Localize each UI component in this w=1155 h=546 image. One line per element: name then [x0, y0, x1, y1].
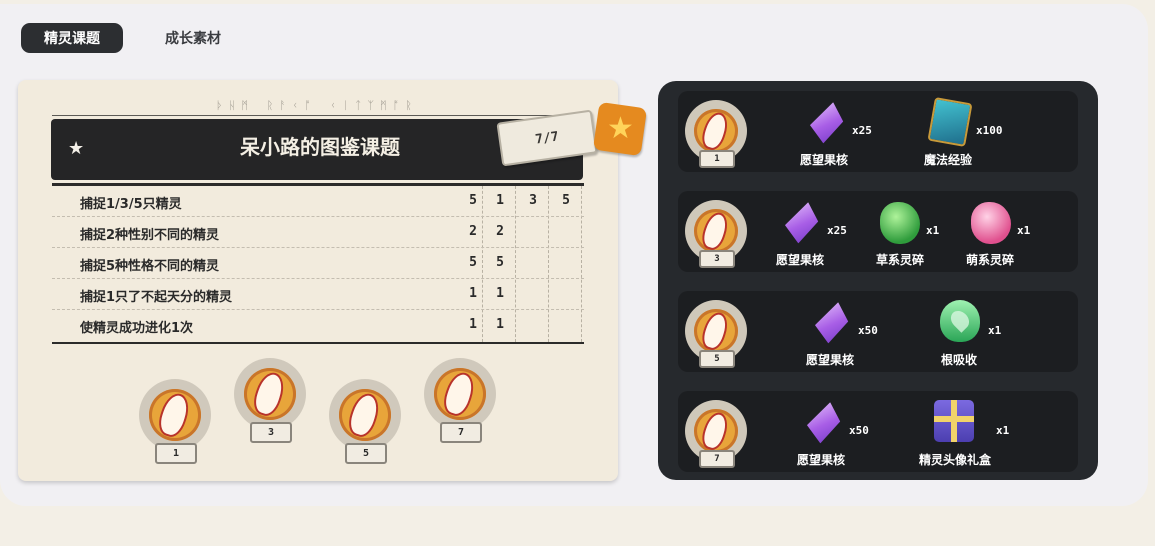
reward-medal: 7 — [685, 400, 747, 476]
reward-medal: 3 — [685, 200, 747, 276]
task-label: 使精灵成功进化1次 — [80, 321, 194, 336]
table-bottom-rule — [52, 342, 584, 344]
task-row: 使精灵成功进化1次 1 1 — [52, 311, 584, 341]
reward-tier-label: 1 — [699, 150, 735, 168]
task-step-3: 5 — [562, 193, 570, 208]
item-name: 愿望果核 — [775, 253, 824, 267]
root-absorb-icon[interactable] — [940, 300, 980, 342]
item-name: 萌系灵碎 — [965, 253, 1014, 267]
item-qty: x100 — [976, 124, 1003, 137]
item-qty: x25 — [852, 124, 872, 137]
item-qty: x50 — [858, 324, 878, 337]
task-row: 捕捉1只了不起天分的精灵 1 1 — [52, 280, 584, 310]
divider — [52, 115, 584, 116]
medal-tier-7[interactable]: 7 — [424, 358, 496, 444]
item-qty: x1 — [988, 324, 1002, 337]
task-row: 捕捉1/3/5只精灵 5 1 3 5 — [52, 187, 584, 217]
reward-tier-label: 5 — [699, 350, 735, 368]
item-name: 根吸收 — [940, 353, 977, 367]
task-label: 捕捉1只了不起天分的精灵 — [80, 290, 233, 305]
reward-medal: 5 — [685, 300, 747, 376]
tab-spirit-tasks[interactable]: 精灵课题 — [21, 23, 123, 53]
task-step-1: 1 — [496, 286, 504, 301]
item-qty: x1 — [996, 424, 1010, 437]
medal-tier-3[interactable]: 3 — [234, 358, 306, 444]
progress-label: 7/7 — [534, 128, 560, 148]
medal-tier-1[interactable]: 1 — [139, 379, 211, 465]
item-name: 愿望果核 — [799, 153, 848, 167]
task-label: 捕捉1/3/5只精灵 — [80, 197, 182, 212]
tab-growth-materials[interactable]: 成长素材 — [148, 23, 238, 53]
item-name: 愿望果核 — [805, 353, 854, 367]
rune-inscription: ᚦᚺᛗ ᚱᚨᚲᚩ ᚲᛁᛏᛉᛗᚩᚱ — [216, 99, 418, 112]
task-step-1: 1 — [496, 193, 504, 208]
medal-tier-label: 1 — [155, 443, 197, 464]
star-icon: ★ — [68, 138, 85, 159]
task-step-1: 1 — [496, 317, 504, 332]
item-name: 精灵头像礼盒 — [918, 453, 991, 467]
task-step-2: 3 — [529, 193, 537, 208]
medal-tier-label: 7 — [440, 422, 482, 443]
star-badge-icon: ★ — [592, 101, 648, 157]
item-name: 愿望果核 — [796, 453, 845, 467]
cute-shard-icon[interactable] — [971, 202, 1011, 244]
table-top-rule — [52, 183, 584, 186]
grass-shard-icon[interactable] — [880, 202, 920, 244]
task-label: 捕捉5种性格不同的精灵 — [80, 259, 220, 274]
reward-tier-label: 3 — [699, 250, 735, 268]
task-row: 捕捉5种性格不同的精灵 5 5 — [52, 249, 584, 279]
reward-medal: 1 — [685, 100, 747, 176]
item-qty: x50 — [849, 424, 869, 437]
medal-tier-5[interactable]: 5 — [329, 379, 401, 465]
item-qty: x1 — [1017, 224, 1031, 237]
page-title: 呆小路的图鉴课题 — [240, 135, 400, 159]
item-name: 草系灵碎 — [875, 253, 924, 267]
avatar-gift-box-icon[interactable] — [934, 400, 974, 442]
item-name: 魔法经验 — [923, 153, 972, 167]
item-qty: x1 — [926, 224, 940, 237]
reward-tier-label: 7 — [699, 450, 735, 468]
item-qty: x25 — [827, 224, 847, 237]
magic-exp-book-icon[interactable] — [927, 97, 973, 147]
task-step-1: 2 — [496, 224, 504, 239]
task-label: 捕捉2种性别不同的精灵 — [80, 228, 220, 243]
medal-tier-label: 5 — [345, 443, 387, 464]
task-row: 捕捉2种性别不同的精灵 2 2 — [52, 218, 584, 248]
medal-tier-label: 3 — [250, 422, 292, 443]
task-step-1: 5 — [496, 255, 504, 270]
